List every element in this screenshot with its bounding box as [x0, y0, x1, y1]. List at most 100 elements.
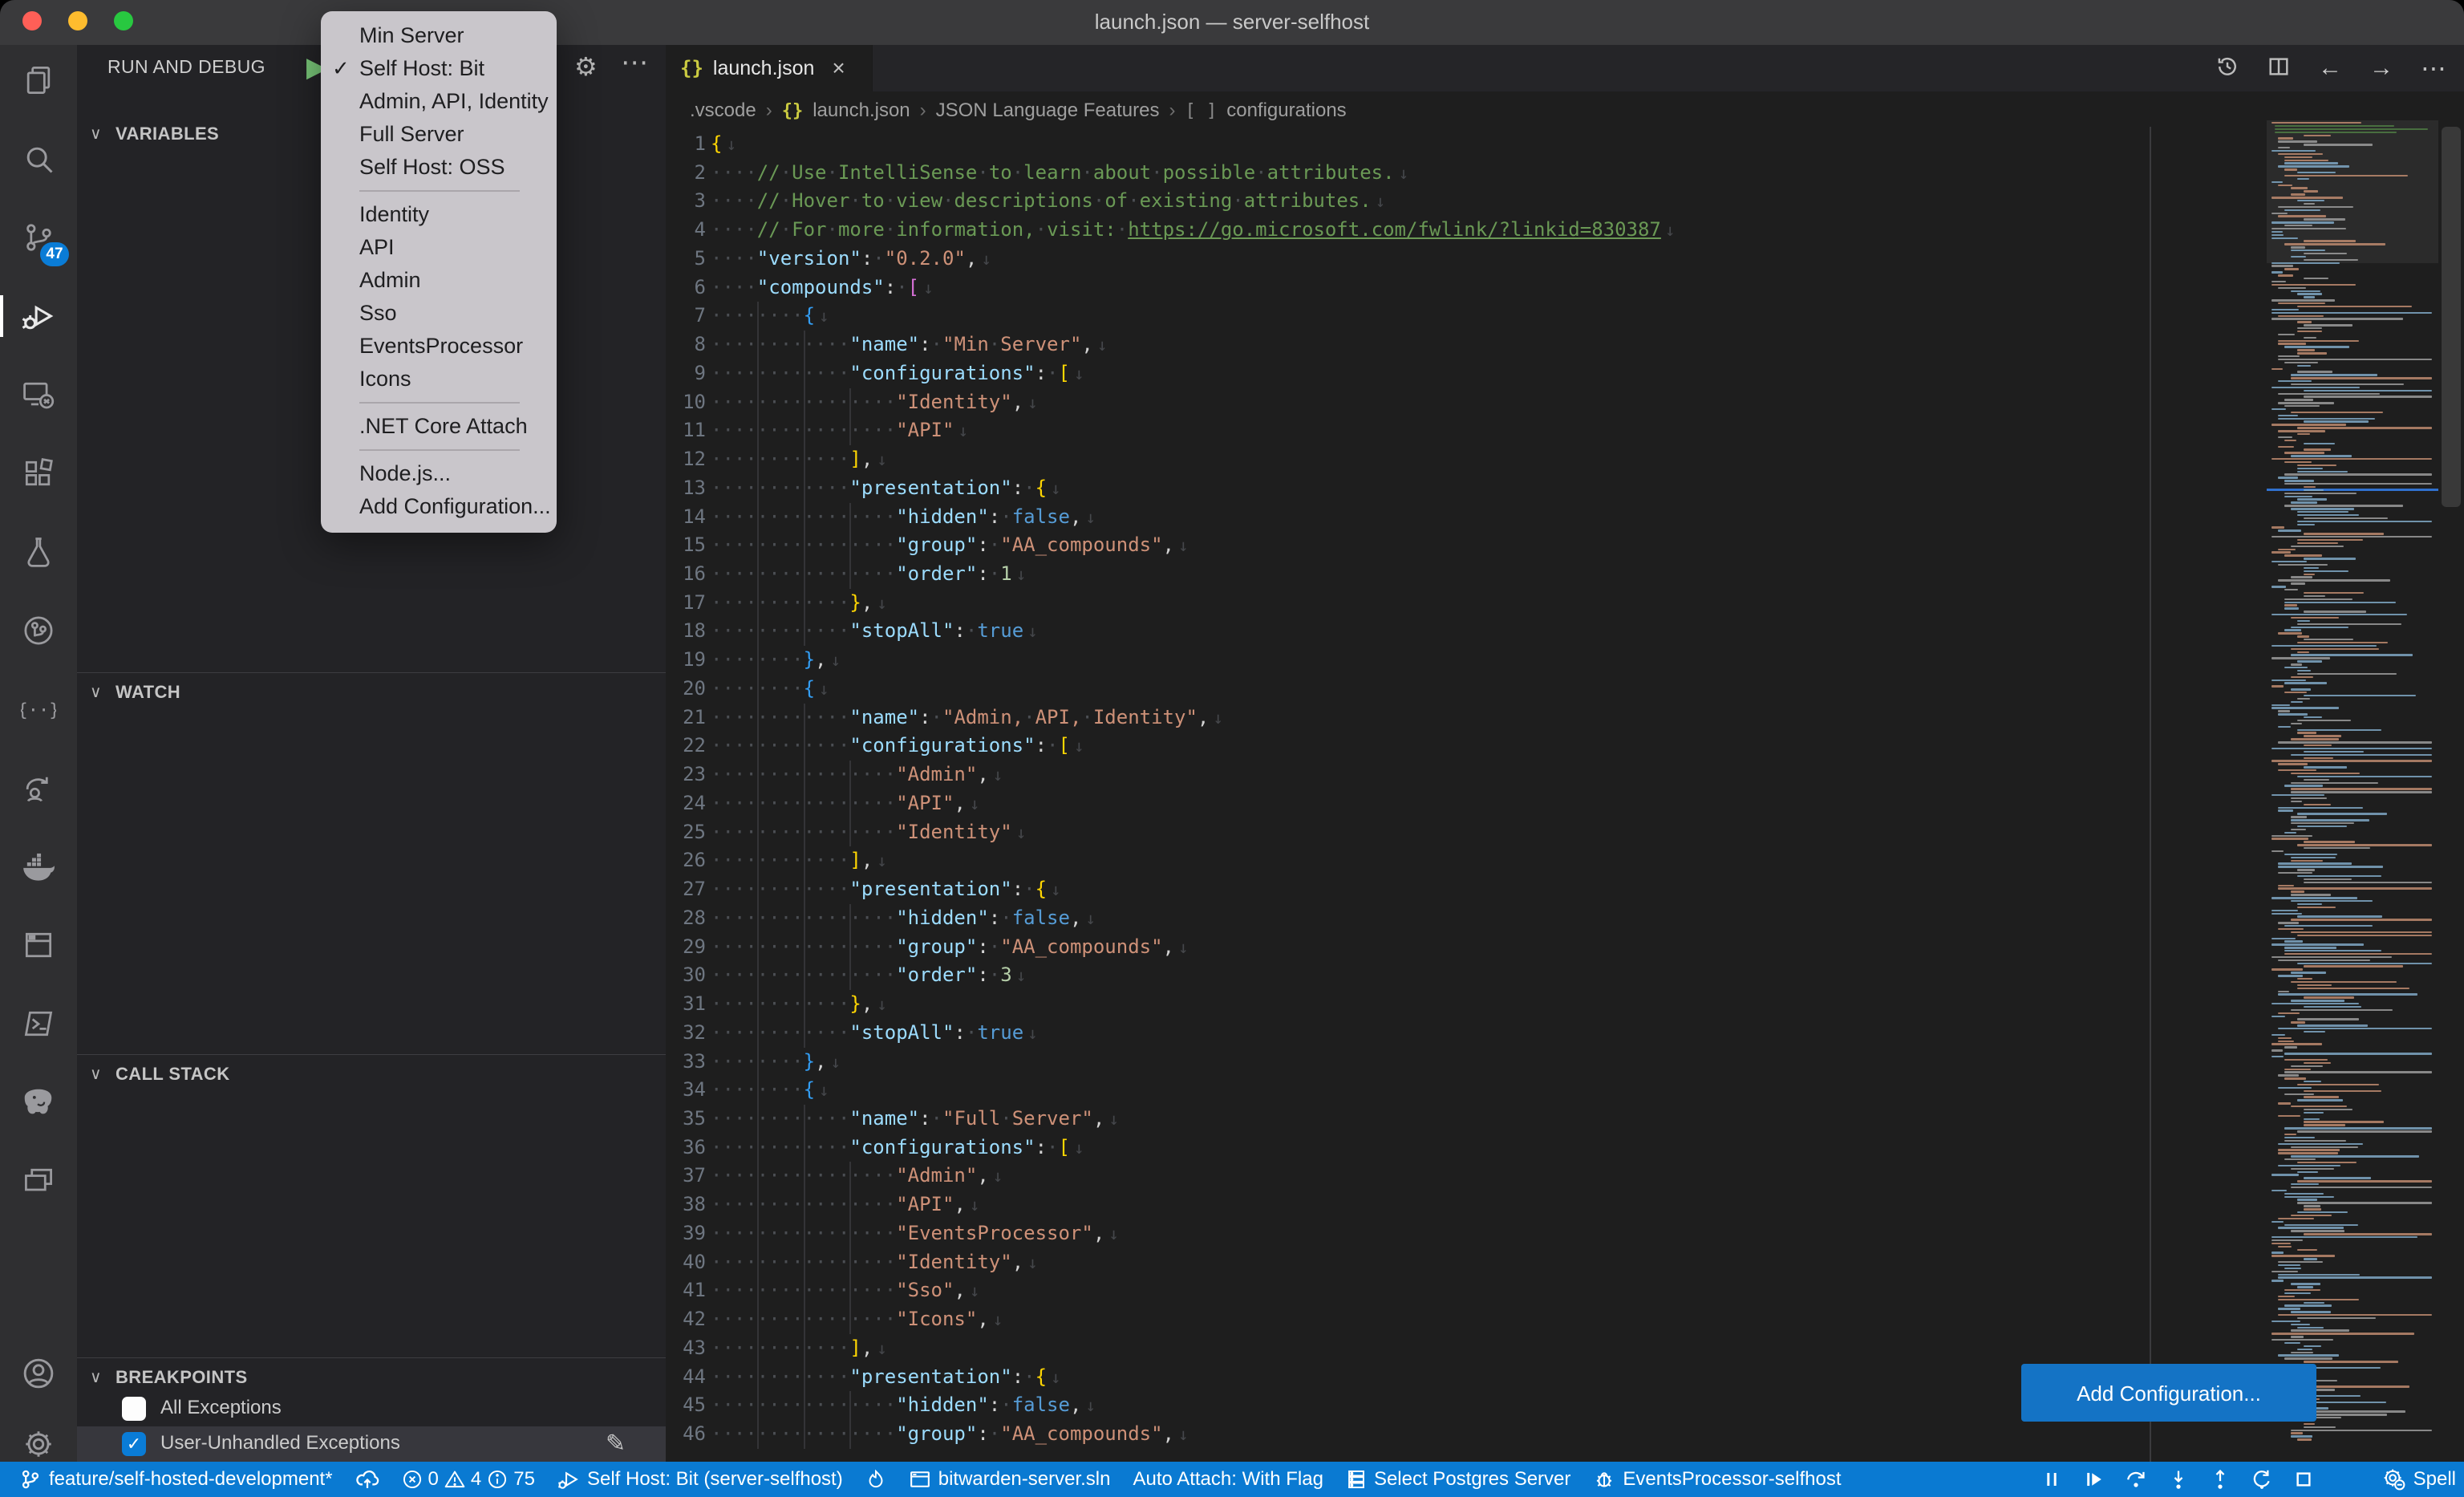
debug-continue-button[interactable] [2082, 1468, 2105, 1491]
breakpoint-checkbox[interactable]: ✓ [122, 1432, 146, 1456]
minimap-line [2291, 374, 2377, 375]
debug-stop-button[interactable] [2292, 1468, 2315, 1491]
views-more-actions-icon[interactable]: ⋯ [621, 47, 648, 79]
minimap-line [2272, 748, 2432, 749]
debug-restart-button[interactable] [2251, 1468, 2273, 1491]
menu-item[interactable]: Add Configuration... [321, 490, 557, 523]
timeline-history-icon[interactable] [2215, 55, 2239, 83]
breadcrumb-item[interactable]: launch.json [813, 99, 910, 122]
activity-item-docker[interactable] [0, 828, 77, 905]
breadcrumb-item[interactable]: .vscode [690, 99, 756, 122]
add-configuration-button[interactable]: Add Configuration... [2021, 1364, 2316, 1422]
status-self-host-bit-server-selfhost[interactable]: Self Host: Bit (server-selfhost) [557, 1468, 843, 1491]
go-forward-icon[interactable]: → [2369, 55, 2393, 82]
activity-item-testing[interactable] [0, 513, 77, 590]
activity-item-postgresql[interactable] [0, 1064, 77, 1141]
minimap-line [2297, 498, 2327, 500]
status-bitwarden-server-sln[interactable]: bitwarden-server.sln [909, 1468, 1111, 1491]
menu-item[interactable]: ✓Self Host: Bit [321, 52, 557, 85]
activity-item-run-and-debug[interactable] [0, 278, 77, 355]
activity-item-explorer[interactable] [0, 42, 77, 119]
status-eventsprocessor-selfhost[interactable]: EventsProcessor-selfhost [1593, 1468, 1841, 1491]
minimap-line [2297, 635, 2309, 637]
minimap-line [2278, 430, 2325, 432]
status-problems[interactable]: 0475 [402, 1468, 535, 1491]
breakpoint-row[interactable]: ✓User-Unhandled Exceptions✎ [77, 1426, 666, 1462]
minimap-line [2297, 729, 2381, 731]
minimap-line [2272, 614, 2407, 615]
status-flame[interactable] [865, 1468, 886, 1491]
debug-step-into-button[interactable] [2167, 1468, 2190, 1491]
activity-item-accounts[interactable] [0, 1335, 77, 1412]
minimap-line [2297, 293, 2322, 294]
breakpoint-row[interactable]: All Exceptions [77, 1391, 666, 1426]
debug-pause-button[interactable] [2040, 1468, 2063, 1491]
debug-step-over-button[interactable] [2124, 1468, 2148, 1491]
menu-item[interactable]: Full Server [321, 118, 557, 151]
menu-item[interactable]: Icons [321, 363, 557, 396]
activity-item-package[interactable] [0, 907, 77, 984]
activity-item-braces-extension[interactable]: {··} [0, 671, 77, 748]
minimap-line [2278, 1261, 2323, 1263]
code-editor[interactable]: 1{↓2····//·Use·IntelliSense·to·learn·abo… [666, 130, 2464, 1462]
breadcrumb-item[interactable]: configurations [1226, 99, 1346, 122]
minimap-line [2304, 965, 2403, 967]
tab-launch-json[interactable]: {} launch.json × [666, 45, 873, 91]
minimap-line [2297, 642, 2388, 643]
minimap-line [2297, 623, 2401, 625]
breakpoint-checkbox[interactable] [122, 1397, 146, 1421]
status-auto-attach-with-flag[interactable]: Auto Attach: With Flag [1133, 1468, 1323, 1491]
activity-item-source-control[interactable]: 47 [0, 199, 77, 276]
minimap-line [2291, 801, 2302, 802]
status-select-postgres-server[interactable]: Select Postgres Server [1346, 1468, 1570, 1491]
close-tab-icon[interactable]: × [832, 55, 845, 81]
minimap-line [2284, 268, 2299, 270]
minimap-line [2284, 175, 2408, 176]
menu-item[interactable]: Sso [321, 297, 557, 330]
minimap-line [2272, 897, 2357, 899]
minimap[interactable] [2267, 120, 2438, 1452]
activity-item-extensions[interactable] [0, 435, 77, 512]
menu-item[interactable]: Admin [321, 264, 557, 297]
minimap-line [2297, 1180, 2432, 1182]
minimap-line [2297, 720, 2351, 721]
editor-more-actions-icon[interactable]: ⋯ [2421, 53, 2446, 83]
menu-item[interactable]: .NET Core Attach [321, 410, 557, 443]
menu-item[interactable]: Node.js... [321, 457, 557, 490]
activity-item-remote-explorer[interactable] [0, 356, 77, 433]
minimap-line [2304, 595, 2325, 597]
code-line: 15················"group":·"AA_compounds… [666, 531, 2464, 560]
activity-item-git-graph[interactable] [0, 592, 77, 669]
menu-item[interactable]: Identity [321, 198, 557, 231]
status-spell-checker[interactable]: Spell [2382, 1467, 2456, 1491]
activity-item-window-layouts[interactable] [0, 1142, 77, 1219]
activity-item-powershell[interactable] [0, 985, 77, 1062]
menu-item[interactable]: Self Host: OSS [321, 151, 557, 184]
status-feature-self-hosted-development[interactable]: feature/self-hosted-development* [19, 1468, 333, 1491]
menu-item[interactable]: Admin, API, Identity [321, 85, 557, 118]
minimap-line [2304, 639, 2353, 640]
minimap-line [2304, 253, 2347, 254]
minimap-line [2272, 312, 2432, 314]
minimap-line [2284, 589, 2298, 590]
breadcrumb[interactable]: .vscode›{}launch.json›JSON Language Feat… [690, 91, 2464, 130]
activity-item-search[interactable] [0, 120, 77, 197]
minimap-line [2297, 524, 2315, 525]
split-editor-icon[interactable] [2267, 55, 2291, 83]
go-back-icon[interactable]: ← [2318, 55, 2342, 82]
breadcrumb-item[interactable]: JSON Language Features [936, 99, 1160, 122]
launch-settings-gear-icon[interactable]: ⚙ [574, 51, 598, 82]
section-watch[interactable]: ∨ WATCH [77, 675, 666, 711]
activity-item-live-share[interactable] [0, 749, 77, 826]
status-cloud-upload[interactable] [355, 1468, 379, 1491]
debug-step-out-button[interactable] [2209, 1468, 2231, 1491]
section-call-stack[interactable]: ∨ CALL STACK [77, 1057, 666, 1093]
section-divider [77, 1054, 666, 1055]
minimap-line [2291, 1183, 2319, 1185]
edit-breakpoint-icon[interactable]: ✎ [606, 1430, 626, 1458]
menu-item[interactable]: API [321, 231, 557, 264]
editor-scrollbar[interactable] [2442, 127, 2461, 507]
minimap-line [2272, 1043, 2322, 1045]
menu-item[interactable]: Min Server [321, 19, 557, 52]
menu-item[interactable]: EventsProcessor [321, 330, 557, 363]
